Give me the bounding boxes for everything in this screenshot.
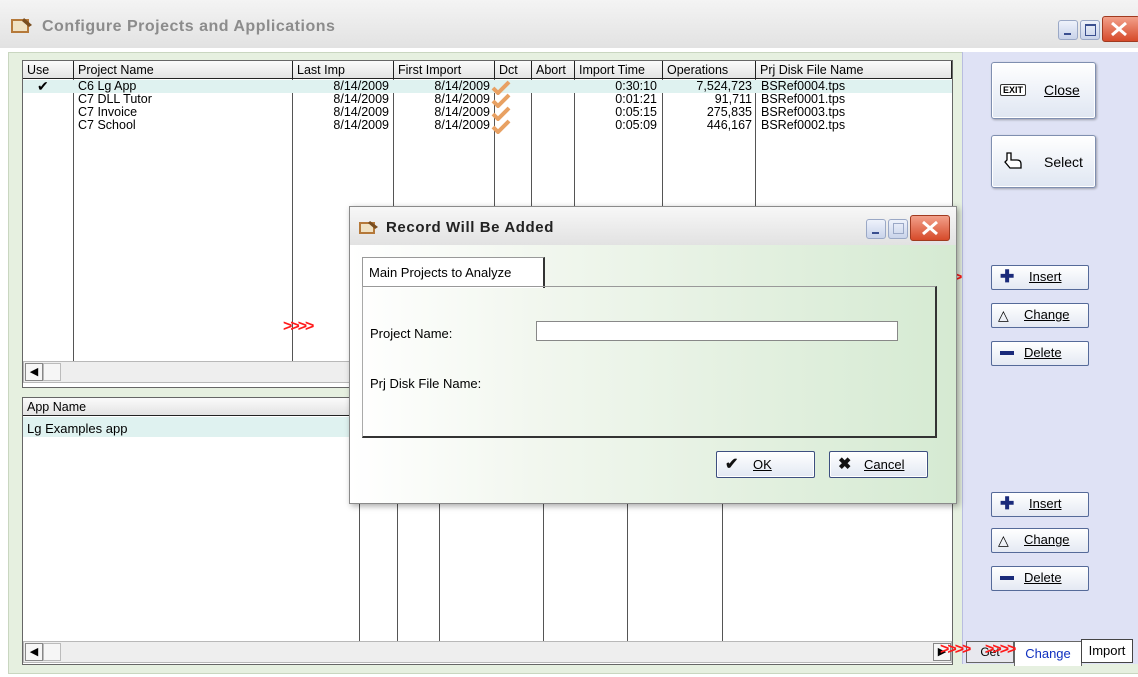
delete-app-button[interactable]: Delete xyxy=(991,566,1089,591)
annotation-arrow: >>>> xyxy=(985,641,1016,658)
plus-icon: ✚ xyxy=(1000,494,1015,513)
apps-hscrollbar[interactable]: ◀ ▶ xyxy=(23,641,952,663)
delete-label: Delete xyxy=(1024,570,1062,585)
exit-icon: EXIT xyxy=(1000,84,1027,96)
close-x-icon xyxy=(922,220,938,236)
col-header-operations[interactable]: Operations xyxy=(663,61,756,79)
close-window-button[interactable] xyxy=(1102,16,1138,42)
insert-label: Insert xyxy=(1029,496,1062,511)
col-header-abort[interactable]: Abort xyxy=(532,61,575,79)
ok-label: OK xyxy=(753,457,772,472)
select-button-label: Select xyxy=(1044,154,1083,170)
main-window: Configure Projects and Applications Use … xyxy=(0,0,1138,677)
close-button-label: Close xyxy=(1044,82,1080,98)
insert-project-button[interactable]: ✚ Insert xyxy=(991,265,1089,290)
col-header-project-name[interactable]: Project Name xyxy=(74,61,293,79)
col-header-disk-file[interactable]: Prj Disk File Name xyxy=(756,61,952,79)
cell-disk-file: BSRef0002.tps xyxy=(761,118,846,132)
minimize-button[interactable] xyxy=(1058,20,1078,40)
app-hand-icon xyxy=(11,18,32,33)
cell-operations: 446,167 xyxy=(706,118,752,132)
triangle-icon: △ xyxy=(998,532,1009,548)
delete-project-button[interactable]: Delete xyxy=(991,341,1089,366)
cell-first-import: 8/14/2009 xyxy=(434,118,490,132)
x-icon: ✖ xyxy=(838,456,852,473)
annotation-arrow: >>>> xyxy=(940,641,971,658)
scroll-thumb[interactable] xyxy=(43,363,61,381)
scroll-thumb[interactable] xyxy=(43,643,61,661)
col-header-use[interactable]: Use xyxy=(23,61,74,79)
change-app-button[interactable]: △ Change xyxy=(991,528,1089,553)
cell-import-time: 0:05:09 xyxy=(615,118,657,132)
tab-main-projects[interactable]: Main Projects to Analyze xyxy=(362,257,545,288)
project-name-input[interactable] xyxy=(536,321,898,341)
dct-check-icon xyxy=(491,119,511,134)
hand-pointer-icon xyxy=(1004,152,1022,169)
change-label: Change xyxy=(1024,532,1070,547)
cell-last-imp: 8/14/2009 xyxy=(333,118,389,132)
dialog-close-button[interactable] xyxy=(910,215,950,241)
insert-app-button[interactable]: ✚ Insert xyxy=(991,492,1089,517)
scroll-left-icon[interactable]: ◀ xyxy=(25,643,43,661)
use-checkmark: ✔ xyxy=(37,78,49,94)
tab-panel xyxy=(362,286,937,438)
maximize-button[interactable] xyxy=(1080,20,1100,40)
delete-label: Delete xyxy=(1024,345,1062,360)
minus-icon xyxy=(1000,576,1014,580)
select-button[interactable]: Select xyxy=(991,135,1096,188)
cell-project-name: C7 School xyxy=(78,118,136,132)
col-header-last-imp[interactable]: Last Imp xyxy=(293,61,394,79)
change-project-button[interactable]: △ Change xyxy=(991,303,1089,328)
title-bar: Configure Projects and Applications xyxy=(0,0,1138,48)
annotation-arrow: >>>> xyxy=(283,318,314,335)
window-title: Configure Projects and Applications xyxy=(42,18,336,35)
scroll-left-icon[interactable]: ◀ xyxy=(25,363,43,381)
dialog-maximize-button[interactable] xyxy=(888,219,908,239)
change-label: Change xyxy=(1024,307,1070,322)
col-header-dct[interactable]: Dct xyxy=(495,61,532,79)
close-button[interactable]: EXIT Close xyxy=(991,62,1096,119)
ok-button[interactable]: ✔ OK xyxy=(716,451,815,478)
close-x-icon xyxy=(1111,21,1127,37)
cancel-button[interactable]: ✖ Cancel xyxy=(829,451,928,478)
app-hand-icon xyxy=(359,221,378,234)
minus-icon xyxy=(1000,351,1014,355)
dialog-title-bar: Record Will Be Added xyxy=(350,207,956,245)
triangle-icon: △ xyxy=(998,307,1009,323)
project-name-label: Project Name: xyxy=(370,326,453,341)
tab-import[interactable]: Import xyxy=(1081,639,1133,663)
dialog-title: Record Will Be Added xyxy=(386,219,554,236)
plus-icon: ✚ xyxy=(1000,267,1015,286)
record-dialog: Record Will Be Added Main Projects to An… xyxy=(349,206,957,504)
insert-label: Insert xyxy=(1029,269,1062,284)
disk-file-label: Prj Disk File Name: xyxy=(370,376,482,391)
col-header-first-import[interactable]: First Import xyxy=(394,61,495,79)
cancel-label: Cancel xyxy=(864,457,905,472)
tab-main-projects-label: Main Projects to Analyze xyxy=(369,265,512,280)
tab-change[interactable]: Change xyxy=(1014,641,1082,666)
dialog-minimize-button[interactable] xyxy=(866,219,886,239)
col-header-import-time[interactable]: Import Time xyxy=(575,61,663,79)
app-name-cell: Lg Examples app xyxy=(27,421,128,436)
check-icon: ✔ xyxy=(725,456,739,473)
